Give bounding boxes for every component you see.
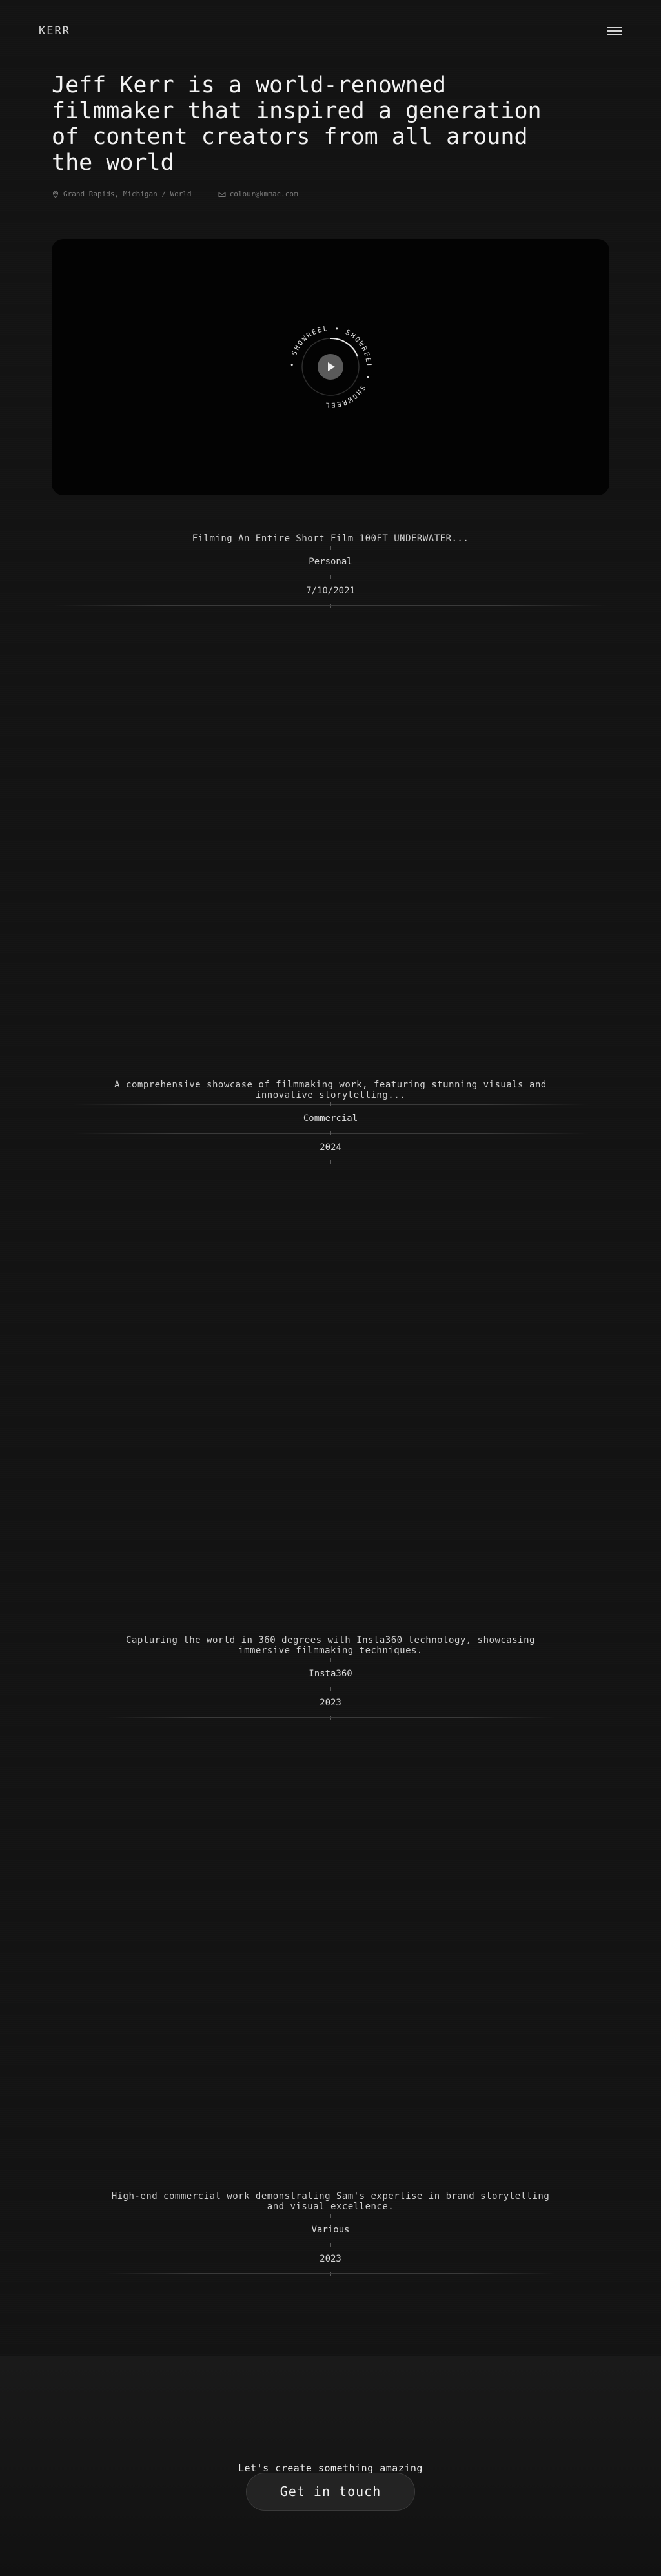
project-title[interactable]: High-end commercial work demonstrating S… — [0, 2191, 661, 2212]
play-icon[interactable] — [318, 354, 343, 380]
hero-section: Jeff Kerr is a world-renowned filmmaker … — [52, 72, 542, 198]
project-category: Insta360 — [105, 1658, 556, 1689]
project-category-label: Various — [311, 2225, 350, 2235]
project-info-1: Filming An Entire Short Film 100FT UNDER… — [0, 533, 661, 608]
project-info-2: A comprehensive showcase of filmmaking w… — [0, 1080, 661, 1164]
project-title[interactable]: Capturing the world in 360 degrees with … — [0, 1635, 661, 1656]
project-info-3: Capturing the world in 360 degrees with … — [0, 1635, 661, 1720]
project-info-4: High-end commercial work demonstrating S… — [0, 2191, 661, 2276]
project-date-label: 2023 — [320, 2254, 341, 2264]
project-date: 7/10/2021 — [53, 575, 608, 608]
location: Grand Rapids, Michigan / World — [52, 190, 192, 198]
email-text[interactable]: colour@kmmac.com — [230, 190, 298, 198]
location-text: Grand Rapids, Michigan / World — [63, 190, 192, 198]
hero-headline: Jeff Kerr is a world-renowned filmmaker … — [52, 72, 542, 176]
project-date-label: 7/10/2021 — [306, 586, 355, 596]
hero-meta: Grand Rapids, Michigan / World colour@km… — [52, 190, 542, 198]
project-date: 2024 — [72, 1131, 589, 1164]
logo[interactable]: KERR — [39, 25, 70, 37]
project-category: Commercial — [72, 1102, 589, 1133]
project-category-label: Insta360 — [309, 1669, 352, 1679]
project-category: Personal — [53, 546, 608, 577]
project-date-label: 2023 — [320, 1698, 341, 1708]
project-category: Various — [105, 2214, 556, 2245]
hamburger-menu-icon[interactable] — [607, 26, 622, 36]
project-date: 2023 — [105, 1687, 556, 1720]
site-header: KERR — [0, 0, 661, 62]
mail-icon — [218, 191, 226, 197]
map-pin-icon — [52, 190, 59, 198]
showreel-video[interactable]: • SHOWREEL • SHOWREEL • SHOWREEL — [52, 239, 609, 495]
email[interactable]: colour@kmmac.com — [218, 190, 298, 198]
project-date-label: 2024 — [320, 1142, 341, 1153]
project-category-label: Personal — [309, 557, 352, 567]
project-title[interactable]: A comprehensive showcase of filmmaking w… — [0, 1080, 661, 1100]
project-date: 2023 — [105, 2243, 556, 2276]
showreel-play-control[interactable]: • SHOWREEL • SHOWREEL • SHOWREEL — [279, 315, 382, 418]
get-in-touch-button[interactable]: Get in touch — [246, 2473, 415, 2511]
project-category-label: Commercial — [303, 1113, 358, 1124]
footer-cta-section: Let's create something amazing Get in to… — [0, 2356, 661, 2576]
project-title[interactable]: Filming An Entire Short Film 100FT UNDER… — [0, 533, 661, 544]
